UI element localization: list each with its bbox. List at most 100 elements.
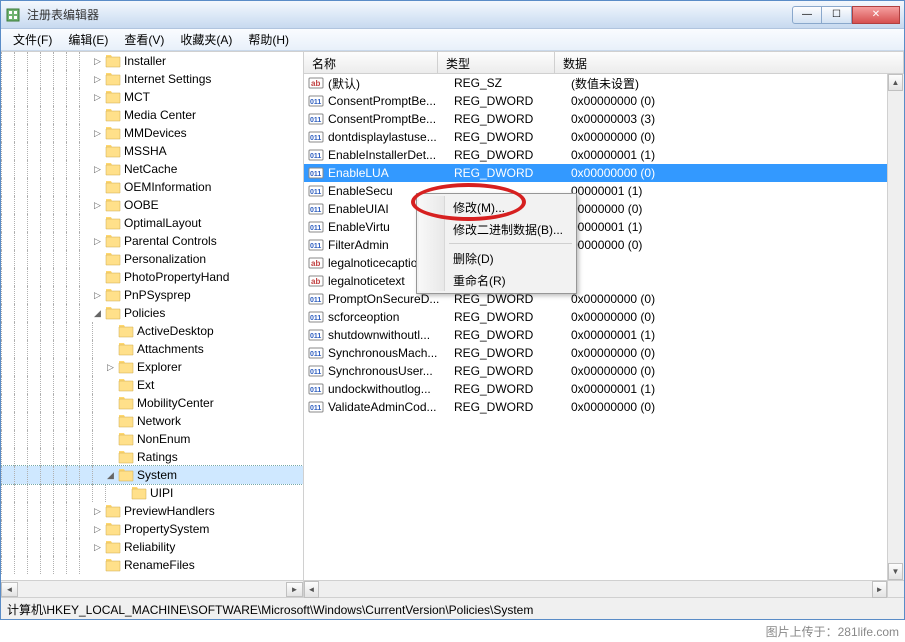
expand-toggle-icon[interactable]: ◢ xyxy=(105,470,116,481)
tree-item[interactable]: ▷NetCache xyxy=(1,160,303,178)
list-body[interactable]: ab(默认)REG_SZ(数值未设置)011ConsentPromptBe...… xyxy=(304,74,904,580)
tree-item[interactable]: PhotoPropertyHand xyxy=(1,268,303,286)
expand-toggle-icon[interactable]: ▷ xyxy=(92,164,103,175)
tree-item[interactable]: ▷MCT xyxy=(1,88,303,106)
expand-toggle-icon[interactable] xyxy=(105,326,116,337)
value-row[interactable]: 011scforceoptionREG_DWORD0x00000000 (0) xyxy=(304,308,904,326)
value-row[interactable]: ablegalnoticecaptionREG_SZ xyxy=(304,254,904,272)
expand-toggle-icon[interactable] xyxy=(105,452,116,463)
menu-view[interactable]: 查看(V) xyxy=(116,29,172,50)
expand-toggle-icon[interactable] xyxy=(105,380,116,391)
expand-toggle-icon[interactable] xyxy=(92,146,103,157)
expand-toggle-icon[interactable]: ▷ xyxy=(105,362,116,373)
tree-item[interactable]: ▷PnPSysprep xyxy=(1,286,303,304)
tree-item[interactable]: ▷OOBE xyxy=(1,196,303,214)
expand-toggle-icon[interactable]: ◢ xyxy=(92,308,103,319)
tree-item[interactable]: Media Center xyxy=(1,106,303,124)
value-row[interactable]: 011FilterAdmin00000000 (0) xyxy=(304,236,904,254)
value-row[interactable]: 011EnableUIAI00000000 (0) xyxy=(304,200,904,218)
expand-toggle-icon[interactable] xyxy=(92,110,103,121)
value-row[interactable]: 011EnableLUAREG_DWORD0x00000000 (0) xyxy=(304,164,904,182)
expand-toggle-icon[interactable]: ▷ xyxy=(92,524,103,535)
tree-item[interactable]: Network xyxy=(1,412,303,430)
list-horizontal-scrollbar[interactable]: ◄ ► xyxy=(304,580,904,597)
tree-item[interactable]: Ratings xyxy=(1,448,303,466)
expand-toggle-icon[interactable]: ▷ xyxy=(92,56,103,67)
scroll-track[interactable] xyxy=(888,91,904,563)
expand-toggle-icon[interactable]: ▷ xyxy=(92,236,103,247)
list-vertical-scrollbar[interactable]: ▲ ▼ xyxy=(887,74,904,580)
value-row[interactable]: 011undockwithoutlog...REG_DWORD0x0000000… xyxy=(304,380,904,398)
tree-item[interactable]: ▷Reliability xyxy=(1,538,303,556)
expand-toggle-icon[interactable]: ▷ xyxy=(92,92,103,103)
tree-body[interactable]: ▷Installer▷Internet Settings▷MCTMedia Ce… xyxy=(1,52,303,580)
close-button[interactable]: ✕ xyxy=(852,6,900,24)
column-type[interactable]: 类型 xyxy=(438,52,555,73)
expand-toggle-icon[interactable] xyxy=(105,344,116,355)
column-data[interactable]: 数据 xyxy=(555,52,904,73)
value-row[interactable]: 011EnableSecu00000001 (1) xyxy=(304,182,904,200)
maximize-button[interactable]: ☐ xyxy=(822,6,852,24)
value-row[interactable]: 011ValidateAdminCod...REG_DWORD0x0000000… xyxy=(304,398,904,416)
expand-toggle-icon[interactable] xyxy=(92,254,103,265)
value-row[interactable]: ablegalnoticetextREG_SZ xyxy=(304,272,904,290)
expand-toggle-icon[interactable]: ▷ xyxy=(92,128,103,139)
scroll-left-icon[interactable]: ◄ xyxy=(1,582,18,597)
menu-file[interactable]: 文件(F) xyxy=(5,29,60,50)
tree-item[interactable]: ▷PropertySystem xyxy=(1,520,303,538)
value-row[interactable]: 011EnableInstallerDet...REG_DWORD0x00000… xyxy=(304,146,904,164)
expand-toggle-icon[interactable] xyxy=(92,218,103,229)
menu-modify-binary[interactable]: 修改二进制数据(B)... xyxy=(419,218,574,240)
menu-rename[interactable]: 重命名(R) xyxy=(419,269,574,291)
menu-help[interactable]: 帮助(H) xyxy=(240,29,297,50)
expand-toggle-icon[interactable] xyxy=(105,416,116,427)
value-row[interactable]: 011ConsentPromptBe...REG_DWORD0x00000000… xyxy=(304,92,904,110)
scroll-right-icon[interactable]: ► xyxy=(872,581,887,598)
tree-item[interactable]: ▷Installer xyxy=(1,52,303,70)
tree-item[interactable]: NonEnum xyxy=(1,430,303,448)
value-row[interactable]: 011ConsentPromptBe...REG_DWORD0x00000003… xyxy=(304,110,904,128)
expand-toggle-icon[interactable]: ▷ xyxy=(92,542,103,553)
tree-item[interactable]: UIPI xyxy=(1,484,303,502)
menu-delete[interactable]: 删除(D) xyxy=(419,247,574,269)
menu-modify[interactable]: 修改(M)... xyxy=(419,196,574,218)
minimize-button[interactable]: — xyxy=(792,6,822,24)
value-row[interactable]: 011shutdownwithoutl...REG_DWORD0x0000000… xyxy=(304,326,904,344)
titlebar[interactable]: 注册表编辑器 — ☐ ✕ xyxy=(1,1,904,29)
tree-item[interactable]: ActiveDesktop xyxy=(1,322,303,340)
value-row[interactable]: 011SynchronousMach...REG_DWORD0x00000000… xyxy=(304,344,904,362)
value-row[interactable]: 011PromptOnSecureD...REG_DWORD0x00000000… xyxy=(304,290,904,308)
tree-item[interactable]: RenameFiles xyxy=(1,556,303,574)
tree-item[interactable]: ◢System xyxy=(1,466,303,484)
column-name[interactable]: 名称 xyxy=(304,52,438,73)
scroll-track[interactable] xyxy=(319,581,872,597)
expand-toggle-icon[interactable] xyxy=(92,182,103,193)
expand-toggle-icon[interactable]: ▷ xyxy=(92,506,103,517)
expand-toggle-icon[interactable]: ▷ xyxy=(92,200,103,211)
expand-toggle-icon[interactable]: ▷ xyxy=(92,290,103,301)
tree-item[interactable]: Ext xyxy=(1,376,303,394)
scroll-left-icon[interactable]: ◄ xyxy=(304,581,319,598)
expand-toggle-icon[interactable]: ▷ xyxy=(92,74,103,85)
expand-toggle-icon[interactable] xyxy=(92,272,103,283)
tree-horizontal-scrollbar[interactable]: ◄ ► xyxy=(1,580,303,597)
menu-favorites[interactable]: 收藏夹(A) xyxy=(172,29,240,50)
tree-item[interactable]: OEMInformation xyxy=(1,178,303,196)
tree-item[interactable]: ▷Parental Controls xyxy=(1,232,303,250)
expand-toggle-icon[interactable] xyxy=(105,434,116,445)
menu-edit[interactable]: 编辑(E) xyxy=(60,29,116,50)
value-row[interactable]: ab(默认)REG_SZ(数值未设置) xyxy=(304,74,904,92)
expand-toggle-icon[interactable] xyxy=(118,488,129,499)
tree-item[interactable]: Attachments xyxy=(1,340,303,358)
tree-item[interactable]: ▷MMDevices xyxy=(1,124,303,142)
expand-toggle-icon[interactable] xyxy=(92,560,103,571)
tree-item[interactable]: ▷Explorer xyxy=(1,358,303,376)
tree-item[interactable]: ◢Policies xyxy=(1,304,303,322)
expand-toggle-icon[interactable] xyxy=(105,398,116,409)
value-row[interactable]: 011dontdisplaylastuse...REG_DWORD0x00000… xyxy=(304,128,904,146)
tree-item[interactable]: MSSHA xyxy=(1,142,303,160)
tree-item[interactable]: OptimalLayout xyxy=(1,214,303,232)
tree-item[interactable]: ▷PreviewHandlers xyxy=(1,502,303,520)
value-row[interactable]: 011SynchronousUser...REG_DWORD0x00000000… xyxy=(304,362,904,380)
tree-item[interactable]: Personalization xyxy=(1,250,303,268)
